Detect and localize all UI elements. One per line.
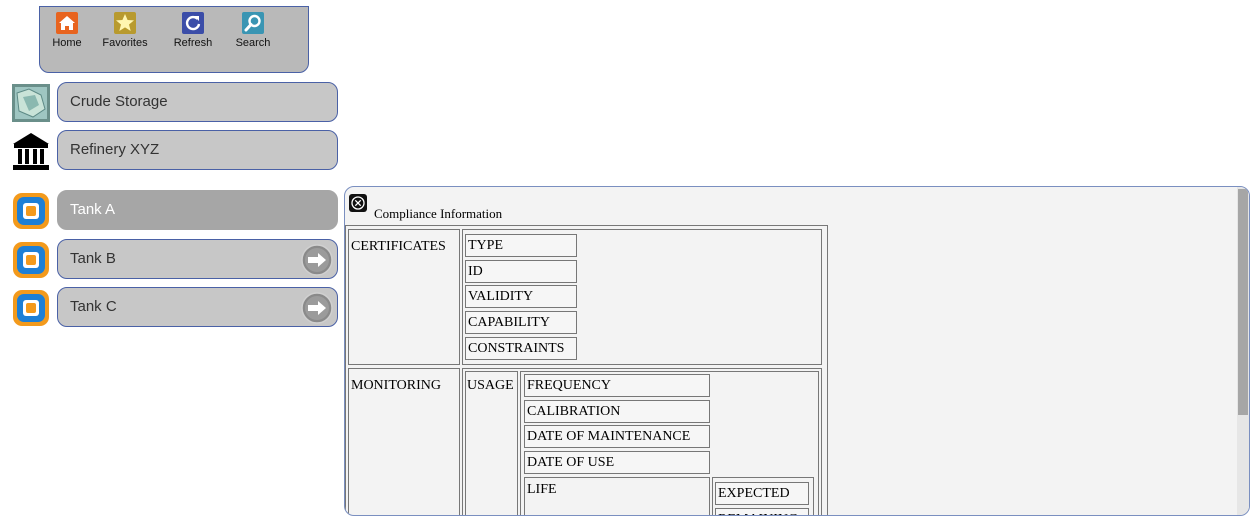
toolbar: Home Favorites Refresh Search	[39, 6, 309, 73]
arrow-right-icon[interactable]	[301, 244, 333, 276]
nav-tank-b[interactable]: Tank B	[57, 239, 338, 279]
nav-tank-b-label: Tank B	[70, 250, 116, 267]
life-field-remaining: REMAINING	[715, 508, 809, 515]
building-icon	[13, 133, 49, 170]
usage-label: USAGE	[467, 378, 514, 393]
search-button[interactable]: Search	[230, 11, 276, 49]
favorites-button[interactable]: Favorites	[94, 11, 156, 49]
cert-field-validity: VALIDITY	[465, 285, 577, 308]
refresh-button[interactable]: Refresh	[168, 11, 218, 49]
cert-field-type: TYPE	[465, 234, 577, 257]
nav-crude-storage[interactable]: Crude Storage	[57, 82, 338, 122]
cert-field-capability: CAPABILITY	[465, 311, 577, 334]
nav-refinery[interactable]: Refinery XYZ	[57, 130, 338, 170]
nav-tank-c-label: Tank C	[70, 298, 117, 315]
favorites-label: Favorites	[102, 37, 148, 49]
nav-tank-c[interactable]: Tank C	[57, 287, 338, 327]
cert-field-constraints: CONSTRAINTS	[465, 337, 577, 360]
tank-icon	[13, 242, 49, 278]
tank-icon	[13, 193, 49, 229]
panel-title: Compliance Information	[374, 206, 503, 221]
monitoring-label: MONITORING	[351, 378, 441, 393]
panel-scrollbar-thumb[interactable]	[1238, 189, 1248, 415]
nav-tank-a[interactable]: Tank A	[57, 190, 338, 230]
usage-field-frequency: FREQUENCY	[524, 374, 710, 397]
tank-icon	[13, 290, 49, 326]
refresh-label: Refresh	[173, 37, 213, 49]
usage-field-date-of-maintenance: DATE OF MAINTENANCE	[524, 425, 710, 448]
map-icon	[12, 84, 50, 122]
home-button[interactable]: Home	[49, 11, 85, 49]
home-icon	[56, 12, 78, 34]
close-icon[interactable]	[349, 194, 367, 212]
life-label: LIFE	[527, 482, 557, 497]
refresh-icon	[182, 12, 204, 34]
certificates-label: CERTIFICATES	[351, 239, 446, 254]
usage-field-calibration: CALIBRATION	[524, 400, 710, 423]
home-label: Home	[52, 37, 82, 49]
panel-scrollbar[interactable]	[1237, 187, 1249, 515]
compliance-panel: Compliance Information CERTIFICATES TYPE…	[344, 186, 1250, 516]
arrow-right-icon[interactable]	[301, 292, 333, 324]
search-label: Search	[235, 37, 271, 49]
cert-field-id: ID	[465, 260, 577, 283]
life-field-expected: EXPECTED	[715, 482, 809, 505]
search-icon	[242, 12, 264, 34]
star-icon	[114, 12, 136, 34]
usage-field-date-of-use: DATE OF USE	[524, 451, 710, 474]
